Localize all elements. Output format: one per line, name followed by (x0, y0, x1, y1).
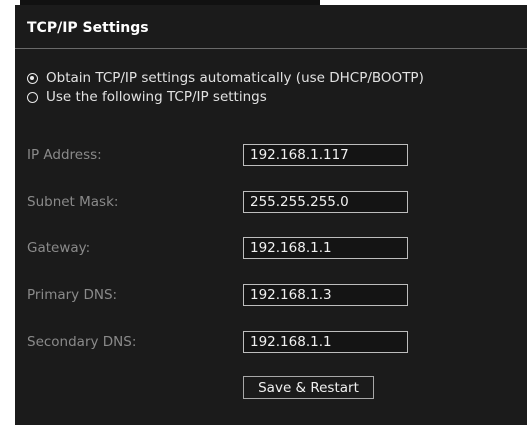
radio-use-following[interactable]: Use the following TCP/IP settings (27, 88, 267, 106)
ip-address-input[interactable] (243, 144, 408, 166)
primary-dns-input[interactable] (243, 284, 408, 306)
primary-dns-label: Primary DNS: (27, 287, 118, 303)
ip-address-label: IP Address: (27, 147, 102, 163)
gateway-input[interactable] (243, 237, 408, 259)
radio-obtain-automatically[interactable]: Obtain TCP/IP settings automatically (us… (27, 69, 424, 87)
secondary-dns-input[interactable] (243, 331, 408, 353)
subnet-mask-label: Subnet Mask: (27, 194, 119, 210)
secondary-dns-label: Secondary DNS: (27, 334, 137, 350)
tcpip-settings-panel: TCP/IP Settings Obtain TCP/IP settings a… (15, 5, 527, 425)
subnet-mask-input[interactable] (243, 191, 408, 213)
gateway-row: Gateway: (15, 237, 527, 259)
primary-dns-row: Primary DNS: (15, 284, 527, 306)
panel-header: TCP/IP Settings (15, 5, 527, 49)
secondary-dns-row: Secondary DNS: (15, 331, 527, 353)
gateway-label: Gateway: (27, 240, 91, 256)
radio-unselected-icon[interactable] (27, 91, 38, 103)
radio-selected-icon[interactable] (27, 72, 38, 84)
radio-obtain-automatically-label: Obtain TCP/IP settings automatically (us… (46, 70, 424, 86)
subnet-mask-row: Subnet Mask: (15, 191, 527, 213)
radio-use-following-label: Use the following TCP/IP settings (46, 89, 267, 105)
ip-address-row: IP Address: (15, 144, 527, 166)
panel-title: TCP/IP Settings (27, 20, 149, 36)
save-restart-button[interactable]: Save & Restart (243, 376, 374, 399)
